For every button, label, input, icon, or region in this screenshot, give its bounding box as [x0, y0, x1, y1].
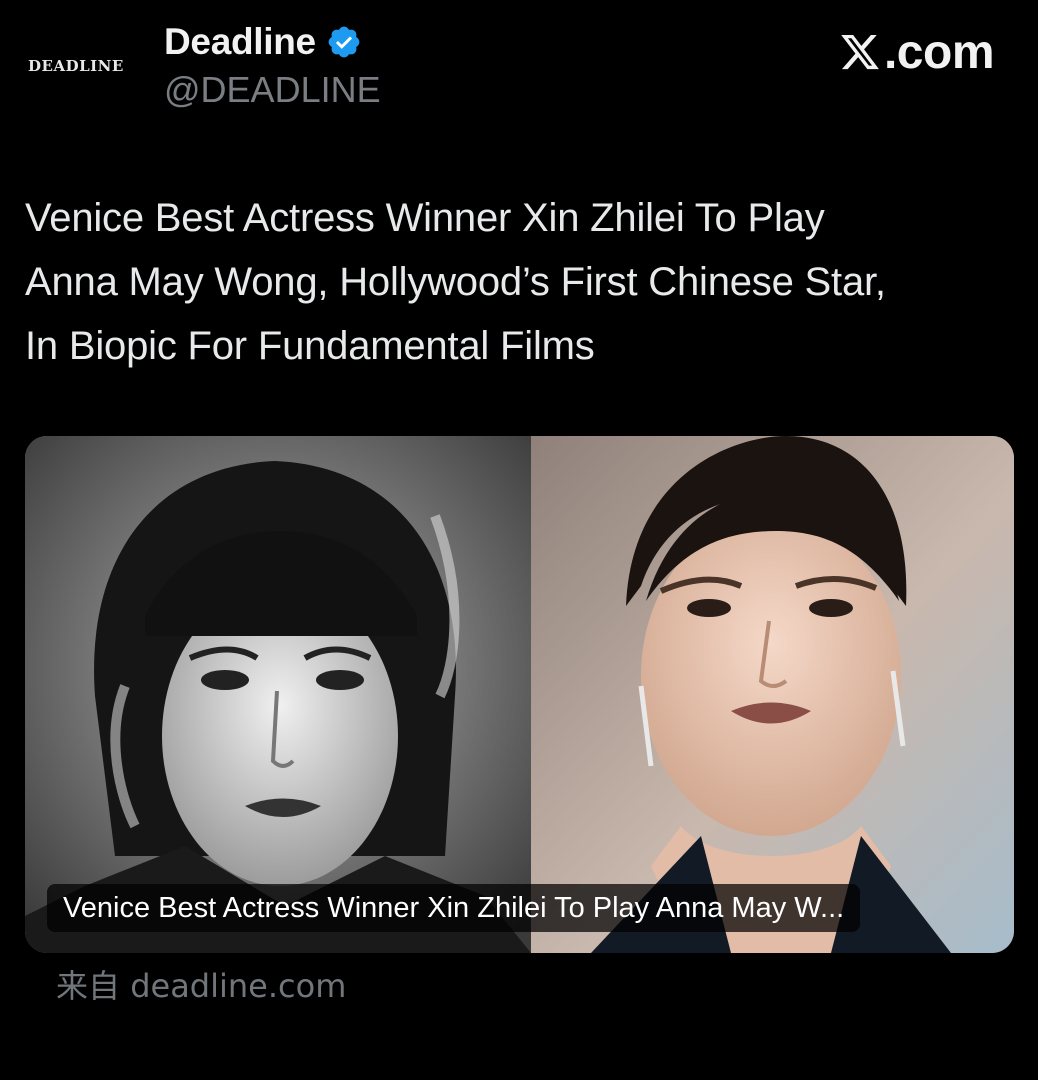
handle[interactable]: @DEADLINE — [164, 66, 381, 114]
x-com-logo: .com — [838, 24, 995, 80]
source-domain[interactable]: deadline.com — [130, 967, 346, 1005]
x-com-suffix: .com — [883, 25, 995, 79]
headline-line: In Biopic For Fundamental Films — [25, 324, 595, 368]
headline-line: Anna May Wong, Hollywood’s First Chinese… — [25, 260, 886, 304]
tweet-header: DEADLINE Deadline @DEADLINE .com — [0, 0, 1038, 130]
author-block[interactable]: Deadline @DEADLINE — [164, 18, 381, 114]
card-title[interactable]: Venice Best Actress Winner Xin Zhilei To… — [47, 884, 861, 932]
bw-portrait-illustration — [25, 436, 531, 953]
avatar[interactable]: DEADLINE — [28, 52, 138, 80]
verified-badge-icon — [328, 26, 360, 58]
portrait-photo-left — [25, 436, 531, 953]
card-source[interactable]: 来自 deadline.com — [56, 962, 346, 1010]
portrait-photo-right — [531, 436, 1014, 953]
source-prefix: 来自 — [56, 967, 121, 1005]
headline-line: Venice Best Actress Winner Xin Zhilei To… — [25, 196, 825, 240]
tweet-text: Venice Best Actress Winner Xin Zhilei To… — [25, 186, 1020, 378]
link-card[interactable]: Venice Best Actress Winner Xin Zhilei To… — [25, 436, 1014, 953]
display-name-row: Deadline — [164, 18, 381, 66]
display-name[interactable]: Deadline — [164, 18, 316, 66]
color-portrait-illustration — [531, 436, 1014, 953]
x-logo-icon — [841, 34, 879, 70]
avatar-wordmark: DEADLINE — [28, 57, 124, 75]
